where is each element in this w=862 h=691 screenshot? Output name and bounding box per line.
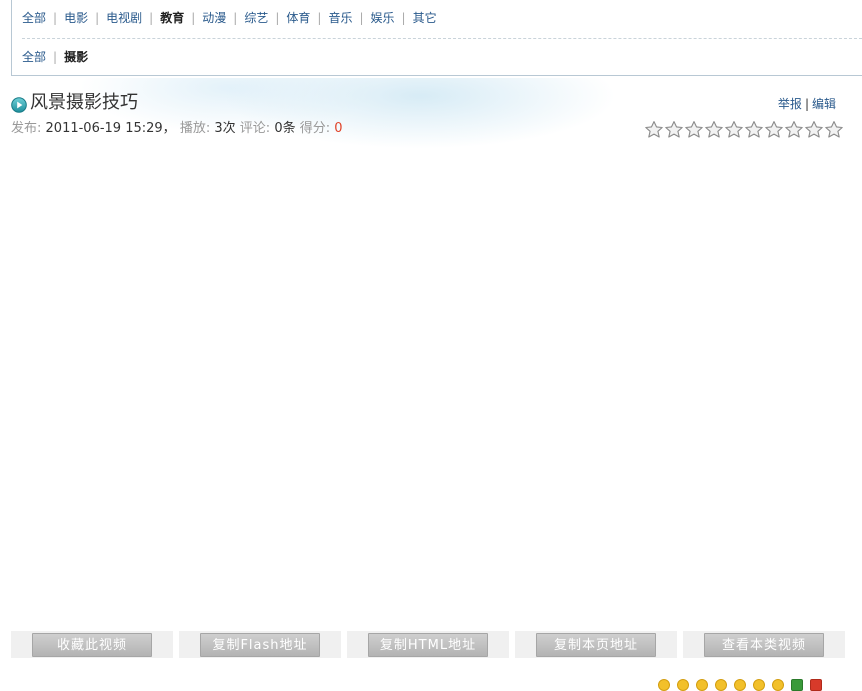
score-label: 得分: xyxy=(299,121,331,136)
rating-star-icon[interactable] xyxy=(644,120,664,138)
rating-star-icon[interactable] xyxy=(744,120,764,138)
action-button[interactable]: 复制HTML地址 xyxy=(368,633,488,657)
plays-label: 播放: xyxy=(179,121,211,136)
rating-star-icon[interactable] xyxy=(764,120,784,138)
category-link[interactable]: 摄影 xyxy=(64,48,88,66)
category-row-secondary: 全部 | 摄影 xyxy=(22,48,88,66)
rating-star-icon[interactable] xyxy=(704,120,724,138)
category-separator: | xyxy=(149,11,154,25)
category-separator: | xyxy=(53,50,58,64)
smiley-icon[interactable] xyxy=(772,679,784,691)
rating-stars xyxy=(644,120,844,138)
category-separator: | xyxy=(317,11,322,25)
edit-link[interactable]: 编辑 xyxy=(812,97,836,111)
smiley-icon[interactable] xyxy=(753,679,765,691)
category-separator: | xyxy=(359,11,364,25)
action-separator: | xyxy=(804,97,809,111)
action-button[interactable]: 查看本类视频 xyxy=(704,633,824,657)
category-link[interactable]: 教育 xyxy=(160,9,184,27)
action-button-cell: 复制本页地址 xyxy=(515,631,677,658)
rating-star-icon[interactable] xyxy=(724,120,744,138)
category-link[interactable]: 电视剧 xyxy=(106,9,142,27)
score-value: 0 xyxy=(334,121,343,136)
category-separator: | xyxy=(275,11,280,25)
emoticon-row xyxy=(658,679,822,691)
action-button-cell: 查看本类视频 xyxy=(683,631,845,658)
comments-label: 评论: xyxy=(239,121,271,136)
smiley-icon[interactable] xyxy=(734,679,746,691)
video-player[interactable] xyxy=(11,150,851,620)
category-link[interactable]: 娱乐 xyxy=(371,9,395,27)
smiley-icon[interactable] xyxy=(715,679,727,691)
category-link[interactable]: 其它 xyxy=(413,9,437,27)
category-link[interactable]: 动漫 xyxy=(202,9,226,27)
title-background xyxy=(0,78,862,158)
top-actions: 举报 | 编辑 xyxy=(760,96,836,112)
rating-star-icon[interactable] xyxy=(664,120,684,138)
category-separator: | xyxy=(233,11,238,25)
category-link[interactable]: 体育 xyxy=(286,9,310,27)
action-button-bar: 收藏此视频 复制Flash地址 复制HTML地址 复制本页地址 查看本类视频 xyxy=(11,631,845,658)
category-separator: | xyxy=(191,11,196,25)
smiley-icon[interactable] xyxy=(658,679,670,691)
plays-value: 3次 xyxy=(214,121,236,136)
publish-value: 2011-06-19 15:29， xyxy=(45,121,176,136)
video-title: 风景摄影技巧 xyxy=(30,92,138,113)
action-button[interactable]: 复制Flash地址 xyxy=(200,633,320,657)
action-button-cell: 复制Flash地址 xyxy=(179,631,341,658)
smiley-icon[interactable] xyxy=(696,679,708,691)
red-flag-icon[interactable] xyxy=(810,679,822,691)
category-row-primary: 全部 | 电影 | 电视剧 | 教育 | 动漫 | 综艺 | 体育 | 音乐 | 娱乐 | 其它 xyxy=(22,9,437,27)
report-link[interactable]: 举报 xyxy=(778,97,802,111)
category-separator: | xyxy=(95,11,100,25)
smiley-icon[interactable] xyxy=(677,679,689,691)
category-link[interactable]: 音乐 xyxy=(328,9,352,27)
action-button[interactable]: 复制本页地址 xyxy=(536,633,656,657)
publish-label: 发布: xyxy=(11,121,42,136)
video-meta: 发布: 2011-06-19 15:29， 播放: 3次 评论: 0条 得分: … xyxy=(11,120,343,138)
category-link[interactable]: 全部 xyxy=(22,9,46,27)
category-link[interactable]: 电影 xyxy=(64,9,88,27)
category-separator: | xyxy=(401,11,406,25)
action-button[interactable]: 收藏此视频 xyxy=(32,633,152,657)
category-link[interactable]: 全部 xyxy=(22,48,46,66)
rating-star-icon[interactable] xyxy=(804,120,824,138)
action-button-cell: 复制HTML地址 xyxy=(347,631,509,658)
rating-star-icon[interactable] xyxy=(824,120,844,138)
category-link[interactable]: 综艺 xyxy=(244,9,268,27)
rating-star-icon[interactable] xyxy=(684,120,704,138)
rating-star-icon[interactable] xyxy=(784,120,804,138)
category-separator: | xyxy=(53,11,58,25)
action-button-cell: 收藏此视频 xyxy=(11,631,173,658)
category-divider xyxy=(22,38,862,39)
comments-value: 0条 xyxy=(274,121,296,136)
play-icon xyxy=(11,97,27,113)
category-nav: 全部 | 电影 | 电视剧 | 教育 | 动漫 | 综艺 | 体育 | 音乐 | 娱乐 | 其它 全部 | 摄影 xyxy=(11,0,862,76)
green-flag-icon[interactable] xyxy=(791,679,803,691)
